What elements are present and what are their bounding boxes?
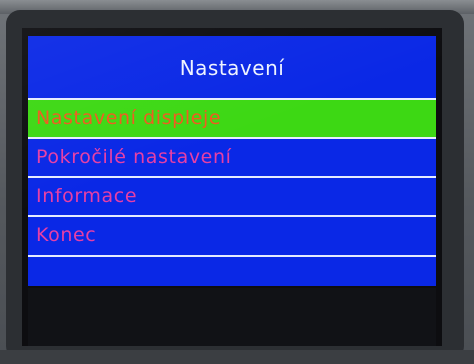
screen-empty-area: [28, 288, 436, 346]
lcd-screen: Nastavení Nastavení displeje Pokročilé n…: [22, 28, 442, 346]
menu-item-label: Informace: [36, 185, 138, 207]
housing-bottom-edge: [0, 350, 474, 364]
menu-item-advanced-settings[interactable]: Pokročilé nastavení: [28, 137, 436, 176]
menu-title-bar: Nastavení: [28, 36, 436, 98]
menu-item-label: Nastavení displeje: [36, 107, 222, 129]
menu-item-display-settings[interactable]: Nastavení displeje: [28, 98, 436, 137]
menu-title: Nastavení: [179, 56, 285, 80]
menu-item-information[interactable]: Informace: [28, 176, 436, 215]
device-housing: Nastavení Nastavení displeje Pokročilé n…: [0, 0, 474, 364]
settings-menu-list: Nastavení displeje Pokročilé nastavení I…: [28, 98, 436, 257]
settings-menu-panel: Nastavení Nastavení displeje Pokročilé n…: [28, 36, 436, 286]
menu-item-exit[interactable]: Konec: [28, 215, 436, 257]
menu-item-label: Pokročilé nastavení: [36, 146, 232, 168]
menu-item-label: Konec: [36, 224, 97, 246]
